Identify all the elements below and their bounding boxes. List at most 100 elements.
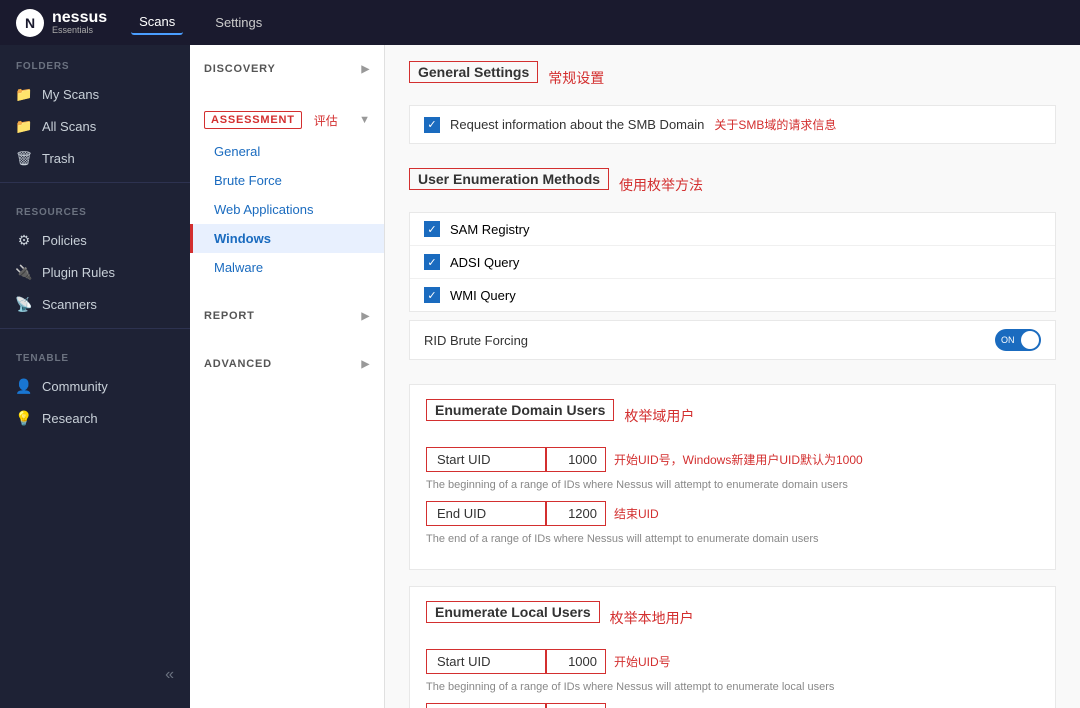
trash-label: Trash bbox=[42, 151, 75, 166]
domain-end-uid-value[interactable]: 1200 bbox=[546, 501, 606, 526]
nav-scans[interactable]: Scans bbox=[131, 10, 183, 35]
sam-checkbox[interactable]: ✓ bbox=[424, 221, 440, 237]
advanced-label: ADVANCED bbox=[204, 358, 272, 370]
enum-local-cn: 枚举本地用户 bbox=[610, 608, 694, 628]
config-web-applications[interactable]: Web Applications bbox=[190, 195, 384, 224]
research-label: Research bbox=[42, 411, 98, 426]
logo-text-block: nessus Essentials bbox=[52, 10, 107, 35]
general-settings-row: General Settings 常规设置 bbox=[409, 61, 1056, 95]
general-settings-cn: 常规设置 bbox=[548, 68, 604, 88]
adsi-checkbox[interactable]: ✓ bbox=[424, 254, 440, 270]
community-icon: 👤 bbox=[16, 378, 32, 394]
my-scans-label: My Scans bbox=[42, 87, 99, 102]
local-end-uid-label: End UID bbox=[426, 703, 546, 708]
adsi-label: ADSI Query bbox=[450, 255, 519, 270]
report-chevron: ▶ bbox=[362, 311, 371, 322]
config-brute-force[interactable]: Brute Force bbox=[190, 166, 384, 195]
resources-label: RESOURCES bbox=[0, 191, 190, 224]
all-scans-icon: 📁 bbox=[16, 118, 32, 134]
domain-start-uid-cn: 开始UID号，Windows新建用户UID默认为1000 bbox=[614, 451, 863, 468]
domain-start-uid-desc: The beginning of a range of IDs where Ne… bbox=[426, 476, 1039, 501]
sam-label: SAM Registry bbox=[450, 222, 529, 237]
toggle-knob bbox=[1021, 331, 1039, 349]
local-end-uid-value[interactable]: 1200 bbox=[546, 703, 606, 708]
general-settings-title: General Settings bbox=[409, 61, 538, 83]
enum-local-title-row: Enumerate Local Users 枚举本地用户 bbox=[426, 601, 1039, 635]
adsi-row: ✓ ADSI Query bbox=[410, 246, 1055, 279]
sidebar-item-policies[interactable]: ⚙ Policies bbox=[0, 224, 190, 256]
assessment-note: 评估 bbox=[314, 112, 338, 129]
assessment-header[interactable]: ASSESSMENT 评估 ▼ bbox=[190, 103, 384, 137]
sidebar-collapse-btn[interactable]: « bbox=[0, 658, 190, 692]
sidebar-item-scanners[interactable]: 📡 Scanners bbox=[0, 288, 190, 320]
smb-domain-cn: 关于SMB域的请求信息 bbox=[714, 116, 836, 133]
sidebar-item-my-scans[interactable]: 📁 My Scans bbox=[0, 78, 190, 110]
local-start-uid-desc: The beginning of a range of IDs where Ne… bbox=[426, 678, 1039, 703]
sidebar-item-all-scans[interactable]: 📁 All Scans bbox=[0, 110, 190, 142]
sidebar-divider-2 bbox=[0, 328, 190, 329]
config-malware[interactable]: Malware bbox=[190, 253, 384, 282]
rid-toggle[interactable]: ON bbox=[995, 329, 1041, 351]
report-label: REPORT bbox=[204, 310, 255, 322]
all-scans-label: All Scans bbox=[42, 119, 96, 134]
user-enum-title: User Enumeration Methods bbox=[409, 168, 609, 190]
user-enum-row: User Enumeration Methods 使用枚举方法 bbox=[409, 168, 1056, 202]
wmi-label: WMI Query bbox=[450, 288, 516, 303]
local-start-uid-cn: 开始UID号 bbox=[614, 653, 671, 670]
enum-domain-section: Enumerate Domain Users 枚举域用户 Start UID 1… bbox=[409, 384, 1056, 570]
sidebar-divider-1 bbox=[0, 182, 190, 183]
domain-end-uid-cn: 结束UID bbox=[614, 505, 659, 522]
config-windows[interactable]: Windows bbox=[190, 224, 384, 253]
research-icon: 💡 bbox=[16, 410, 32, 426]
sidebar-item-plugin-rules[interactable]: 🔌 Plugin Rules bbox=[0, 256, 190, 288]
smb-domain-checkbox[interactable]: ✓ bbox=[424, 117, 440, 133]
plugin-rules-label: Plugin Rules bbox=[42, 265, 115, 280]
report-section: REPORT ▶ bbox=[190, 292, 384, 340]
tenable-label: TENABLE bbox=[0, 337, 190, 370]
local-start-uid-row: Start UID 1000 开始UID号 bbox=[426, 649, 1039, 674]
discovery-header[interactable]: DISCOVERY ▶ bbox=[190, 55, 384, 83]
sidebar-item-research[interactable]: 💡 Research bbox=[0, 402, 190, 434]
policies-label: Policies bbox=[42, 233, 87, 248]
logo-subtitle: Essentials bbox=[52, 26, 107, 35]
report-header[interactable]: REPORT ▶ bbox=[190, 302, 384, 330]
community-label: Community bbox=[42, 379, 108, 394]
plugin-rules-icon: 🔌 bbox=[16, 264, 32, 280]
logo-icon: N bbox=[16, 9, 44, 37]
logo-title: nessus bbox=[52, 10, 107, 26]
wmi-row: ✓ WMI Query bbox=[410, 279, 1055, 311]
domain-start-uid-row: Start UID 1000 开始UID号，Windows新建用户UID默认为1… bbox=[426, 447, 1039, 472]
advanced-header[interactable]: ADVANCED ▶ bbox=[190, 350, 384, 378]
smb-domain-row: ✓ Request information about the SMB Doma… bbox=[409, 105, 1056, 144]
enum-domain-title-row: Enumerate Domain Users 枚举域用户 bbox=[426, 399, 1039, 433]
scanners-label: Scanners bbox=[42, 297, 97, 312]
assessment-badge: ASSESSMENT bbox=[204, 111, 302, 129]
config-general[interactable]: General bbox=[190, 137, 384, 166]
sidebar-item-trash[interactable]: 🗑 Trash bbox=[0, 142, 190, 174]
advanced-section: ADVANCED ▶ bbox=[190, 340, 384, 388]
advanced-chevron: ▶ bbox=[362, 359, 371, 370]
local-start-uid-value[interactable]: 1000 bbox=[546, 649, 606, 674]
local-start-uid-label: Start UID bbox=[426, 649, 546, 674]
domain-end-uid-row: End UID 1200 结束UID bbox=[426, 501, 1039, 526]
domain-start-uid-value[interactable]: 1000 bbox=[546, 447, 606, 472]
wmi-checkbox[interactable]: ✓ bbox=[424, 287, 440, 303]
enum-local-title: Enumerate Local Users bbox=[426, 601, 600, 623]
sidebar-item-community[interactable]: 👤 Community bbox=[0, 370, 190, 402]
rid-label: RID Brute Forcing bbox=[424, 333, 981, 348]
top-navigation: N nessus Essentials Scans Settings bbox=[0, 0, 1080, 45]
discovery-label: DISCOVERY bbox=[204, 63, 276, 75]
discovery-chevron: ▶ bbox=[362, 64, 371, 75]
main-content: General Settings 常规设置 ✓ Request informat… bbox=[385, 45, 1080, 708]
logo: N nessus Essentials bbox=[16, 9, 107, 37]
user-enum-section: ✓ SAM Registry ✓ ADSI Query ✓ WMI Query bbox=[409, 212, 1056, 312]
user-enum-cn: 使用枚举方法 bbox=[619, 175, 703, 195]
domain-end-uid-desc: The end of a range of IDs where Nessus w… bbox=[426, 530, 1039, 555]
rid-row: RID Brute Forcing ON bbox=[409, 320, 1056, 360]
folders-label: FOLDERS bbox=[0, 45, 190, 78]
config-panel: DISCOVERY ▶ ASSESSMENT 评估 ▼ General Brut… bbox=[190, 45, 385, 708]
assessment-chevron: ▼ bbox=[359, 114, 370, 126]
domain-end-uid-label: End UID bbox=[426, 501, 546, 526]
nav-settings[interactable]: Settings bbox=[207, 11, 270, 34]
scanners-icon: 📡 bbox=[16, 296, 32, 312]
